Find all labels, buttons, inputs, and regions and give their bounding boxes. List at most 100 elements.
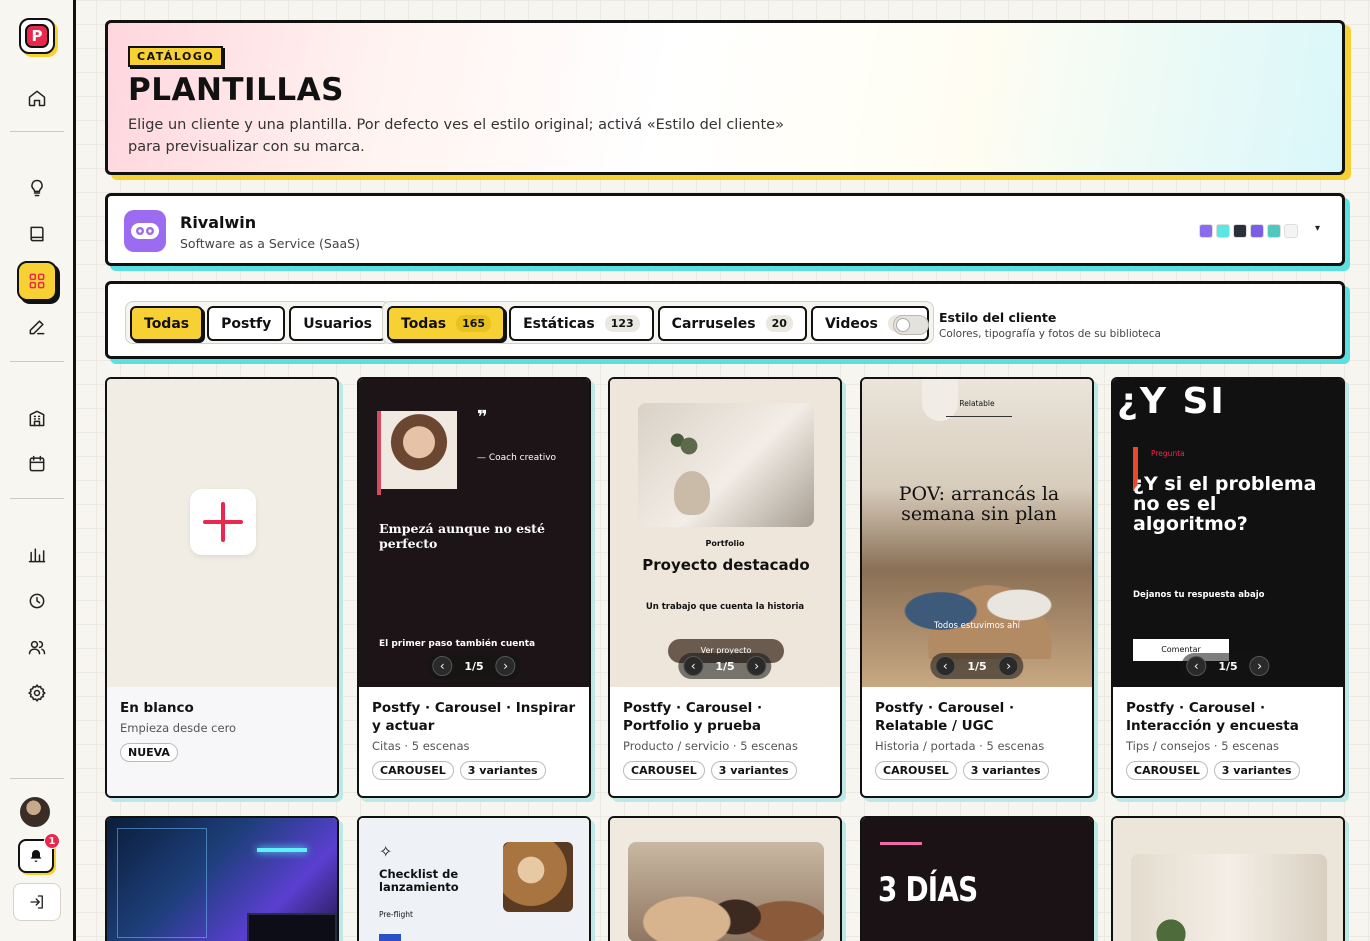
color-swatch [1284,224,1298,238]
format-filter: Todas 165 Estáticas 123 Carruseles 20 Vi… [382,301,935,344]
team-photo [882,539,1078,659]
template-meta: Tips / consejos · 5 escenas [1126,739,1280,754]
filter-format-todas[interactable]: Todas 165 [387,306,506,341]
section-badge: CATÁLOGO [128,46,224,67]
nav-divider [10,131,64,132]
template-card[interactable] [1111,816,1345,941]
chart-bars-icon[interactable] [17,535,57,575]
template-card[interactable]: 3 DÍAS [860,816,1094,941]
nav-divider [10,778,64,779]
template-preview: ¿Y SI Pregunta ¿Y si el problema no es e… [1113,379,1343,687]
pager-label: 1/5 [967,659,987,673]
chevron-left-icon[interactable]: ‹ [1186,656,1207,676]
color-swatch [1199,224,1213,238]
page-description: Elige un cliente y una plantilla. Por de… [128,117,784,155]
client-style-title: Estilo del cliente [939,310,1057,325]
template-tag: NUEVA [120,743,178,763]
chevron-right-icon[interactable]: › [495,656,516,676]
lightbulb-icon[interactable] [17,168,57,208]
filter-source-usuarios[interactable]: Usuarios [289,306,387,341]
template-info: En blanco Empieza desde cero NUEVA [107,687,337,796]
chevron-right-icon[interactable]: › [1249,656,1270,676]
filter-format-carruseles[interactable]: Carruseles 20 [657,306,807,341]
users-icon[interactable] [17,627,57,667]
template-card[interactable]: Portfolio Proyecto destacado Un trabajo … [608,377,842,798]
avatar[interactable] [20,797,50,827]
logout-button[interactable] [13,883,61,921]
template-tag: 3 variantes [459,761,546,781]
preview-kicker: Pregunta [1151,449,1185,458]
app-logo[interactable]: P [19,18,55,54]
filter-source-todas[interactable]: Todas [130,306,204,341]
template-card[interactable] [105,816,339,941]
chip-label: Estáticas [523,315,595,332]
home-icon[interactable] [17,78,57,118]
mask-icon [131,223,159,239]
template-meta: Citas · 5 escenas [372,739,470,754]
source-filter: Todas Postfy Usuarios [125,301,392,344]
logout-icon [30,895,43,909]
preview-author: — Coach creativo [477,453,557,463]
preview-kicker: Pre-flight [379,910,413,919]
filter-source-postfy[interactable]: Postfy [207,306,286,341]
preview-headline: Empezá aunque no esté perfecto [379,521,545,551]
gear-icon[interactable] [17,673,57,713]
calendar-icon[interactable] [17,444,57,484]
chip-count: 123 [604,315,640,332]
template-tag: CAROUSEL [1126,761,1208,781]
chevron-left-icon[interactable]: ‹ [683,656,704,676]
client-style-subtitle: Colores, tipografía y fotos de su biblio… [939,328,1161,340]
carousel-pager: ‹ 1/5 › [930,653,1024,679]
preview-headline: POV: arrancás la semana sin plan [898,483,1060,525]
template-meta: Producto / servicio · 5 escenas [623,739,798,754]
client-name: Rivalwin [180,213,257,232]
pencil-icon[interactable] [17,307,57,347]
filter-format-estaticas[interactable]: Estáticas 123 [509,306,654,341]
preview-kicker: Relatable [959,399,995,408]
color-swatch [1216,224,1230,238]
chip-label: Todas [401,315,447,332]
chevron-left-icon[interactable]: ‹ [432,656,453,676]
logo-letter: P [25,24,49,48]
grid-icon[interactable] [17,261,57,301]
chevron-right-icon[interactable]: › [998,656,1019,676]
template-preview [610,818,840,941]
client-style-toggle[interactable] [893,315,929,335]
template-tag: 3 variantes [962,761,1049,781]
template-card[interactable]: ¿Y SI Pregunta ¿Y si el problema no es e… [1111,377,1345,798]
page-header: CATÁLOGO PLANTILLAS Elige un cliente y u… [105,20,1345,175]
template-preview: Relatable POV: arrancás la semana sin pl… [862,379,1092,687]
template-card-blank[interactable]: En blanco Empieza desde cero NUEVA [105,377,339,798]
preview-headline: Proyecto destacado [642,556,810,574]
plus-icon [190,489,256,555]
nav-divider [10,498,64,499]
sidebar: P 1 [0,0,76,941]
preview-caption: Todos estuvimos ahí [933,621,1020,631]
carousel-pager: ‹ 1/5 › [427,653,521,679]
clock-icon[interactable] [17,581,57,621]
template-info: Postfy · Carousel · Portfolio y prueba P… [610,687,840,792]
template-meta: Empieza desde cero [120,721,237,736]
building-icon[interactable] [17,398,57,438]
notifications-button[interactable]: 1 [18,833,60,873]
preview-subtitle: Dejanos tu respuesta abajo [1133,590,1265,600]
template-card[interactable]: ❞ — Coach creativo Empezá aunque no esté… [357,377,591,798]
filter-bar: Todas Postfy Usuarios Todas 165 Estática… [105,281,1345,359]
divider-line [946,416,1012,417]
chevron-down-icon[interactable]: ▾ [1315,223,1320,234]
client-selector[interactable]: Rivalwin Software as a Service (SaaS) ▾ [105,193,1345,266]
toggle-knob [896,318,910,332]
plant-photo [1131,854,1327,941]
template-tag: CAROUSEL [623,761,705,781]
client-logo [124,210,166,252]
template-card[interactable]: Relatable POV: arrancás la semana sin pl… [860,377,1094,798]
chevron-left-icon[interactable]: ‹ [935,656,956,676]
pager-label: 1/5 [715,659,735,673]
template-card[interactable] [608,816,842,941]
client-palette [1199,224,1298,238]
chevron-right-icon[interactable]: › [746,656,767,676]
book-icon[interactable] [17,214,57,254]
template-card[interactable]: ✧ Checklist de lanzamiento Pre-flight [357,816,591,941]
template-meta: Historia / portada · 5 escenas [875,739,1045,754]
chip-label: Carruseles [671,315,756,332]
